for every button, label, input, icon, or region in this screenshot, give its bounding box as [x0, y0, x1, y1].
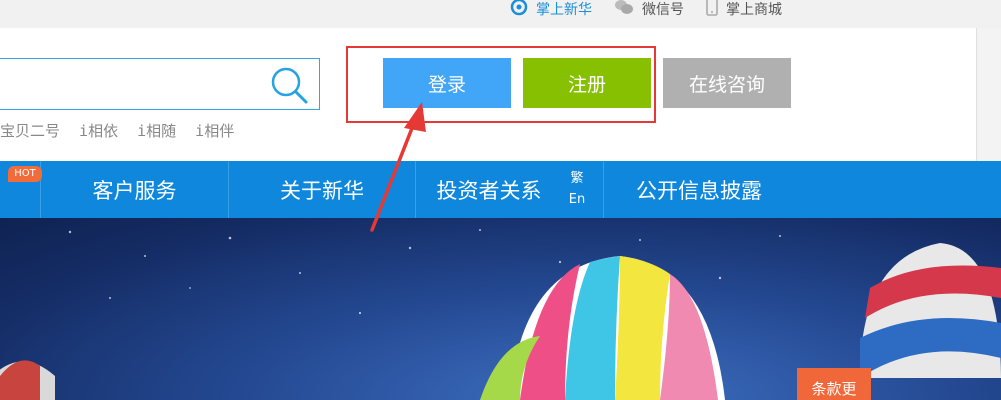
- online-consult-button[interactable]: 在线咨询: [663, 58, 791, 108]
- nav-item-public-disclosure[interactable]: 公开信息披露: [604, 161, 794, 218]
- hot-badge: HOT: [8, 166, 42, 182]
- lang-traditional-link[interactable]: 繁: [566, 168, 588, 189]
- wechat-icon: [614, 0, 634, 19]
- topbar-link-mobile-app[interactable]: 掌上新华: [510, 0, 592, 18]
- search-icon: [268, 67, 310, 110]
- promo-side-tab[interactable]: 条款更: [797, 368, 871, 400]
- lang-english-link[interactable]: En: [566, 189, 588, 210]
- register-button[interactable]: 注册: [523, 58, 651, 108]
- hot-word-link[interactable]: 宝贝二号: [0, 122, 60, 140]
- mobile-app-icon: [510, 0, 528, 20]
- balloon-center: [480, 256, 725, 400]
- topbar-link-mobile-mall[interactable]: 掌上商城: [706, 0, 782, 18]
- hot-word-link[interactable]: i相随: [137, 122, 176, 140]
- hot-word-link[interactable]: i相依: [79, 122, 118, 140]
- balloon-left: [0, 360, 55, 400]
- search-button[interactable]: [268, 64, 310, 106]
- balloon-right: [860, 243, 1001, 378]
- top-utility-bar: 掌上新华 微信号 掌上商城: [0, 0, 1001, 28]
- topbar-link-label: 掌上新华: [536, 2, 592, 18]
- hot-word-link[interactable]: i相伴: [195, 122, 234, 140]
- topbar-link-label: 掌上商城: [726, 2, 782, 18]
- phone-icon: [706, 0, 718, 20]
- topbar-link-wechat[interactable]: 微信号: [614, 0, 684, 18]
- language-switch: 繁 En: [566, 168, 588, 210]
- hot-search-words: 宝贝二号 i相依 i相随 i相伴: [0, 120, 244, 141]
- nav-item-customer-service[interactable]: 客户服务: [41, 161, 228, 218]
- topbar-link-label: 微信号: [642, 2, 684, 18]
- main-navbar: 客户服务 关于新华 投资者关系 公开信息披露: [0, 161, 1001, 218]
- annotation-arrow-icon: [370, 102, 426, 232]
